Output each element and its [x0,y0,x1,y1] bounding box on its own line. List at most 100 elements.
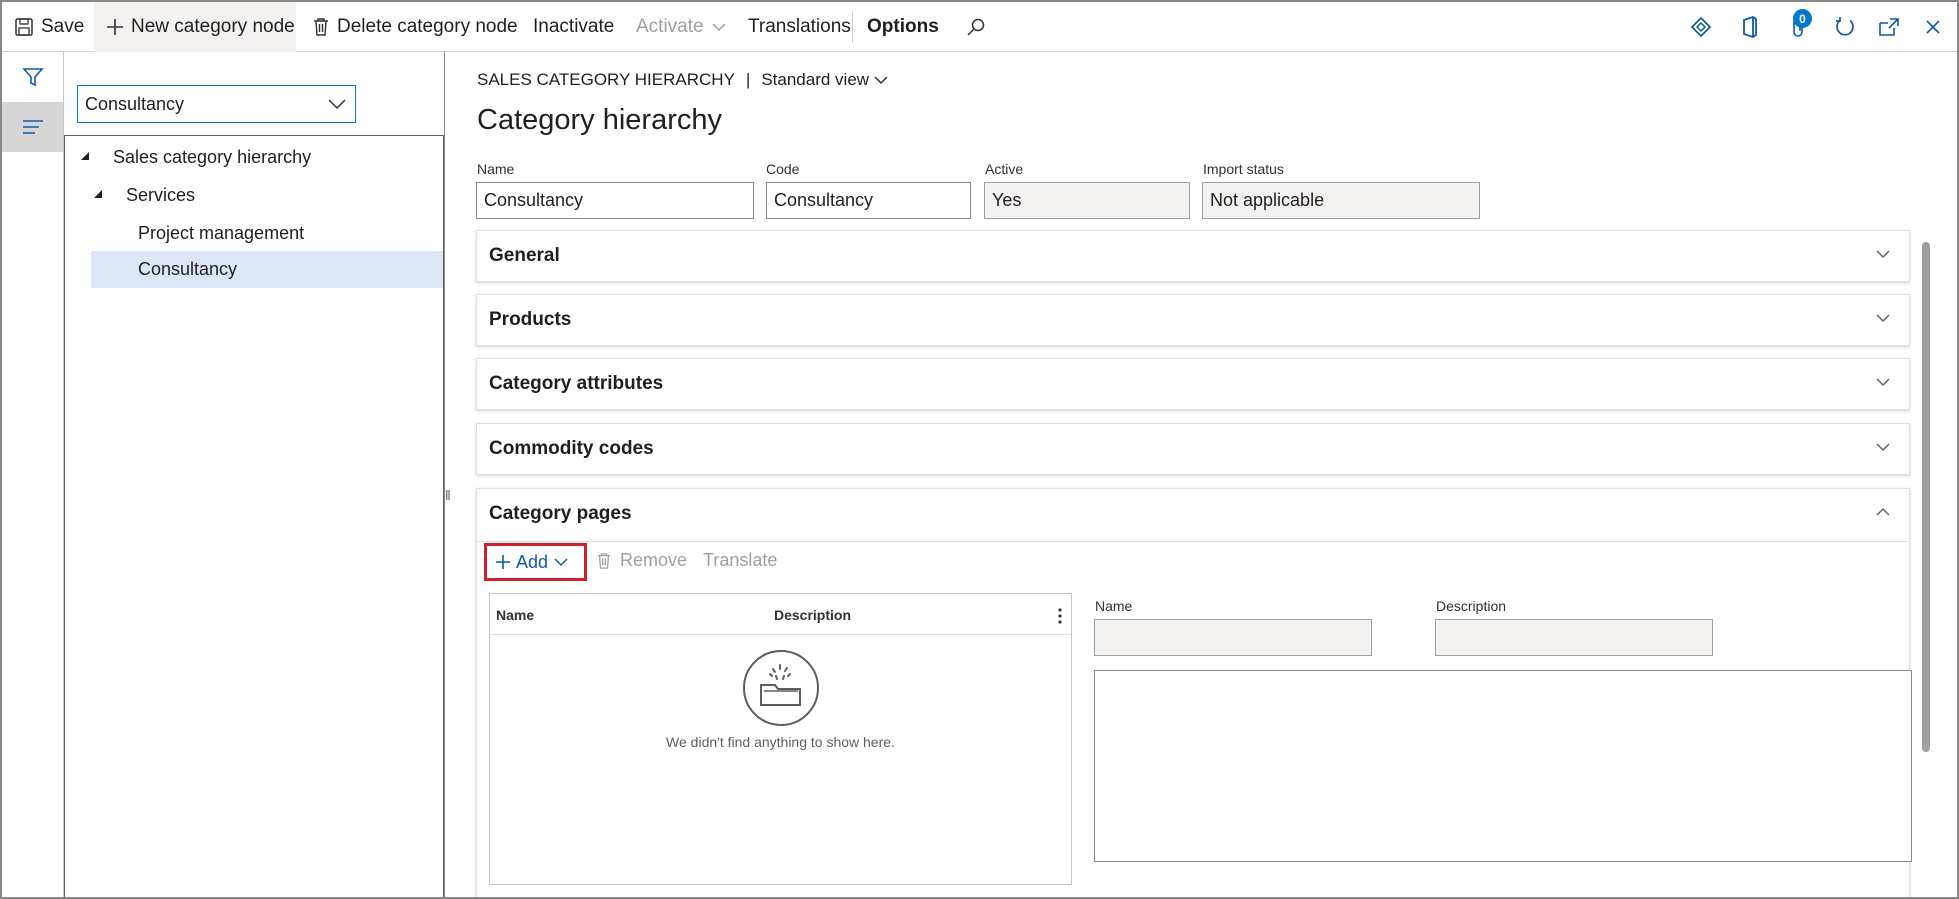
grid-column-description[interactable]: Description [774,607,851,623]
power-apps-icon[interactable] [1687,13,1715,41]
fasttab-title: Category attributes [489,373,664,394]
fasttab-general[interactable]: General [476,230,1910,282]
breadcrumb-separator: | [745,70,751,89]
name-value: Consultancy [484,190,584,210]
breadcrumb-hierarchy: SALES CATEGORY HIERARCHY [477,70,735,89]
app-window: Save New category node Delete category n… [0,0,1959,899]
import-status-field: Not applicable [1202,182,1480,219]
detail-description-field [1435,619,1713,656]
fasttab-products[interactable]: Products [476,294,1910,346]
fasttab-title: Commodity codes [489,438,654,459]
save-button[interactable]: Save [14,2,84,52]
navigation-strip [2,52,64,897]
vertical-scrollbar[interactable] [1922,242,1930,752]
refresh-icon[interactable] [1831,13,1859,41]
code-value: Consultancy [774,190,874,210]
tree-node-services[interactable]: Services [126,177,195,214]
delete-category-node-label: Delete category node [337,16,518,37]
add-button[interactable]: Add [484,543,587,581]
detail-name-field [1094,619,1372,656]
fasttab-title: Products [489,309,572,330]
inactivate-label: Inactivate [533,16,615,37]
active-value: Yes [992,190,1022,210]
remove-label: Remove [620,550,688,570]
new-category-node-button[interactable]: New category node [94,2,296,52]
empty-folder-icon [743,650,819,726]
translate-button[interactable]: Translate [703,550,777,571]
delete-icon [314,18,328,36]
delete-category-node-button[interactable]: Delete category node [312,2,518,52]
code-label: Code [766,161,800,177]
name-field[interactable]: Consultancy [476,182,754,219]
hierarchy-node-selector-value: Consultancy [85,93,185,114]
options-button[interactable]: Options [867,2,939,52]
plus-icon [496,555,510,569]
search-icon[interactable] [962,13,990,41]
save-icon [15,18,33,36]
expanded-triangle-icon[interactable] [81,152,89,160]
expanded-triangle-icon[interactable] [94,190,102,198]
tree-node-label: Sales category hierarchy [113,147,312,167]
detail-description-label: Description [1436,598,1507,614]
active-field: Yes [984,182,1190,219]
chevron-down-icon [1876,250,1890,258]
tree-node-project-management[interactable]: Project management [138,215,304,252]
inactivate-button[interactable]: Inactivate [533,2,614,52]
view-selector[interactable]: Standard view [761,70,869,90]
code-field[interactable]: Consultancy [766,182,971,219]
category-pages-grid: Name Description We didn't find anything… [489,593,1072,885]
detail-name-label: Name [1095,598,1133,614]
more-options-icon[interactable] [1057,607,1063,625]
translations-button[interactable]: Translations [748,2,851,52]
tree-node-label: Services [126,185,196,205]
filter-button[interactable] [2,52,63,102]
save-label: Save [41,16,85,37]
import-status-value: Not applicable [1210,190,1325,210]
splitter-grip-icon[interactable]: ‖ [445,488,451,502]
remove-button[interactable]: Remove [596,550,687,571]
category-tree: Sales category hierarchy Services Projec… [64,135,444,897]
chevron-down-icon [1876,314,1890,322]
options-label: Options [867,16,939,37]
plus-icon [107,19,123,35]
translations-label: Translations [748,16,851,37]
tree-node-sales-category-hierarchy[interactable]: Sales category hierarchy [113,139,311,176]
fasttab-divider [477,541,1909,542]
delete-icon [597,552,611,569]
chevron-down-icon [328,99,346,110]
fasttab-title: General [489,245,560,266]
activate-button[interactable]: Activate [636,2,726,52]
tree-node-consultancy[interactable]: Consultancy [91,251,443,288]
filter-icon [21,68,44,87]
toolbar-separator [852,11,853,43]
list-icon [22,120,43,134]
pane-splitter[interactable] [444,52,445,897]
fasttab-category-attributes[interactable]: Category attributes [476,358,1910,410]
add-label: Add [516,551,549,572]
tree-node-label: Consultancy [138,259,238,279]
open-in-new-window-icon[interactable] [1875,13,1903,41]
import-status-label: Import status [1203,161,1284,177]
office-icon[interactable] [1736,13,1764,41]
fasttab-commodity-codes[interactable]: Commodity codes [476,423,1910,475]
grid-header: Name Description [490,594,1071,635]
page-title: Category hierarchy [477,104,722,136]
tree-node-label: Project management [138,223,305,243]
close-icon[interactable] [1919,13,1947,41]
name-label: Name [477,161,515,177]
action-pane: Save New category node Delete category n… [2,2,1957,52]
chevron-up-icon[interactable] [1875,506,1891,518]
list-button[interactable] [2,102,63,152]
new-category-node-label: New category node [131,16,295,37]
chevron-down-icon[interactable] [874,75,888,85]
translate-label: Translate [703,550,778,570]
fasttab-title[interactable]: Category pages [489,503,632,525]
active-label: Active [985,161,1024,177]
chevron-down-icon [712,23,726,32]
grid-column-name[interactable]: Name [496,607,534,623]
chevron-down-icon [1876,378,1890,386]
activate-label: Activate [636,16,704,37]
hierarchy-node-selector[interactable]: Consultancy [77,85,356,123]
detail-text-area[interactable] [1094,670,1912,862]
chevron-down-icon [1876,443,1890,451]
